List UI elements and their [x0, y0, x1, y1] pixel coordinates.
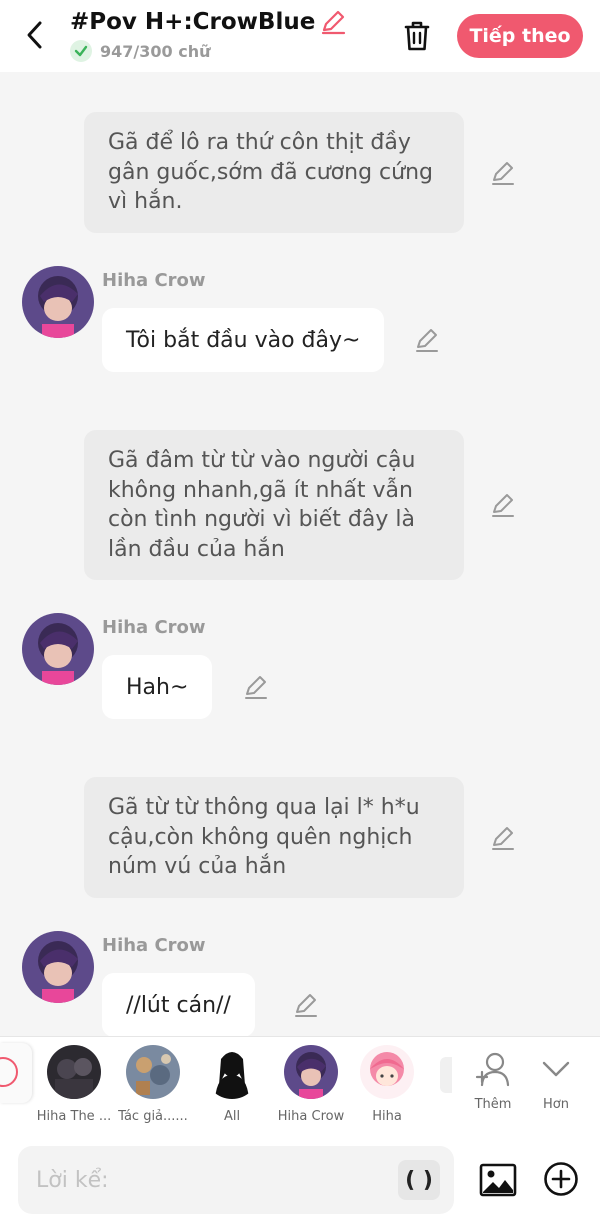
title-area: #Pov H+:CrowBlue 947/300 chữ: [70, 8, 390, 62]
avatar[interactable]: [22, 613, 94, 685]
narration-bubble[interactable]: Gã để lô ra thứ côn thịt đầy gân guốc,sớ…: [84, 112, 464, 233]
avatar[interactable]: [22, 931, 94, 1003]
word-count: 947/300 chữ: [100, 41, 211, 61]
pencil-icon[interactable]: [412, 325, 442, 355]
narration-input[interactable]: Lời kể: ( ): [18, 1146, 454, 1214]
avatar: [284, 1045, 338, 1099]
avatar: [126, 1045, 180, 1099]
pencil-icon[interactable]: [488, 823, 518, 853]
back-button[interactable]: [18, 16, 52, 54]
character-option[interactable]: Hiha: [348, 1045, 426, 1124]
avatar[interactable]: [22, 266, 94, 338]
character-option[interactable]: Hiha The ...: [35, 1045, 113, 1124]
input-bar: Lời kể: ( ): [0, 1136, 600, 1224]
previous-character-partial[interactable]: [0, 1043, 32, 1103]
dialogue-bubble[interactable]: Hah~: [102, 655, 213, 719]
trash-icon: [404, 21, 430, 51]
add-button[interactable]: [543, 1161, 579, 1197]
character-name: Hiha Crow: [102, 270, 206, 291]
pencil-icon[interactable]: [241, 672, 271, 702]
narration-bubble[interactable]: Gã từ từ thông qua lại l* h*u cậu,còn kh…: [84, 777, 464, 898]
add-user-icon: [475, 1052, 510, 1087]
avatar: [360, 1045, 414, 1099]
character-name: Hiha Crow: [102, 935, 206, 956]
delete-button[interactable]: [398, 16, 436, 56]
character-name: Hiha Crow: [102, 617, 206, 638]
parentheses-button[interactable]: ( ): [398, 1160, 440, 1200]
more-button[interactable]: Hơn: [526, 1049, 586, 1112]
chevron-left-icon: [27, 21, 42, 49]
chevron-down-icon: [542, 1061, 570, 1077]
input-placeholder: Lời kể:: [36, 1168, 109, 1193]
character-bar: Hiha The ... Tác giả...... All Hiha Crow…: [0, 1036, 600, 1136]
dialogue-bubble[interactable]: Tôi bắt đầu vào đây~: [102, 308, 385, 372]
plus-circle-icon: [544, 1162, 578, 1196]
image-icon: [479, 1163, 517, 1197]
pencil-icon[interactable]: [488, 490, 518, 520]
character-option[interactable]: Hiha Crow: [272, 1045, 350, 1124]
image-button[interactable]: [478, 1160, 518, 1200]
character-option[interactable]: All: [193, 1045, 271, 1124]
avatar: [205, 1045, 259, 1099]
add-character-button[interactable]: Thêm: [463, 1049, 523, 1112]
pencil-icon[interactable]: [291, 990, 321, 1020]
pencil-icon[interactable]: [488, 158, 518, 188]
avatar: [47, 1045, 101, 1099]
top-bar: #Pov H+:CrowBlue 947/300 chữ Tiếp theo: [0, 0, 600, 72]
character-option[interactable]: Tác giả......: [114, 1045, 192, 1124]
check-icon: [70, 40, 92, 62]
pencil-icon[interactable]: [319, 8, 347, 36]
narration-bubble[interactable]: Gã đâm từ từ vào người cậu không nhanh,g…: [84, 430, 464, 580]
dialogue-bubble[interactable]: //lút cán//: [102, 973, 255, 1037]
scroll-fade: [440, 1057, 452, 1093]
story-title[interactable]: #Pov H+:CrowBlue: [70, 9, 315, 35]
next-button[interactable]: Tiếp theo: [457, 14, 583, 58]
